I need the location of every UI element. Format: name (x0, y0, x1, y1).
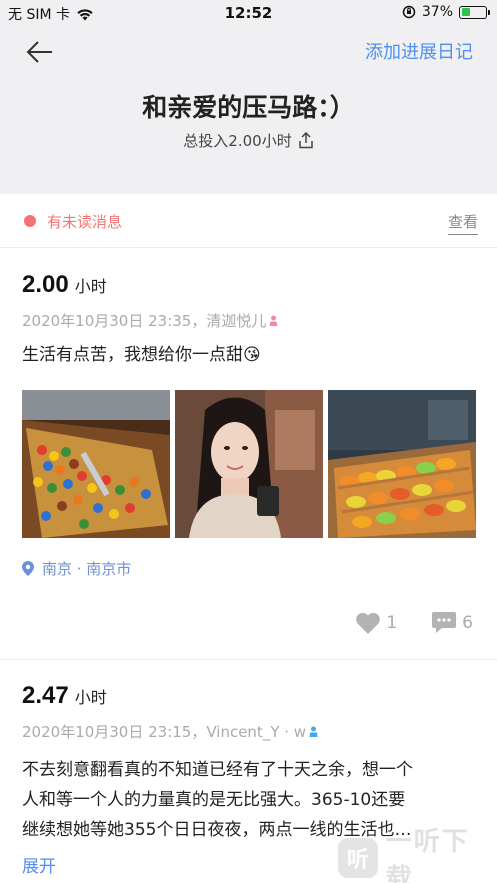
post-meta: 2020年10月30日 23:35，清迦悦儿 (22, 310, 278, 331)
battery-icon (459, 5, 490, 19)
post-hours-unit: 小时 (74, 279, 107, 296)
male-user-icon (309, 726, 318, 737)
orientation-lock-icon (402, 5, 416, 19)
post-hours-value: 2.00 (22, 271, 69, 298)
share-icon[interactable] (298, 132, 314, 149)
battery-level (461, 8, 470, 16)
back-arrow-icon[interactable] (24, 38, 56, 66)
post-meta: 2020年10月30日 23:15，Vincent_Y · w (22, 721, 318, 742)
unread-messages-bar[interactable]: 有未读消息 查看 (0, 194, 497, 248)
post-text-line: 人和等一个人的力量真的是无比强大。365-10还要 (22, 790, 406, 810)
like-count: 1 (386, 613, 398, 633)
add-progress-diary-button[interactable]: 添加进展日记 (365, 38, 473, 64)
like-button[interactable]: 1 (355, 612, 397, 635)
comment-count: 6 (462, 613, 473, 633)
post-meta-text: 2020年10月30日 23:15，Vincent_Y · w (22, 723, 307, 741)
comment-icon (432, 612, 457, 633)
watermark-badge: 听 (338, 838, 378, 878)
expand-button[interactable]: 展开 (22, 852, 56, 877)
female-user-icon (269, 315, 278, 326)
battery-percent: 37% (421, 4, 453, 20)
post-actions: 1 6 (355, 611, 473, 635)
post-hours: 2.47 小时 (22, 682, 107, 710)
post-hours-value: 2.47 (22, 682, 69, 709)
view-button[interactable]: 查看 (447, 211, 478, 235)
watermark-logo: 听 一听下载 (332, 827, 497, 883)
post-text-line: 不去刻意翻看真的不知道已经有了十天之余，想一个 (22, 760, 413, 780)
post-text: 生活有点苦，我想给你一点甜😘 (22, 345, 261, 365)
comment-button[interactable]: 6 (431, 611, 473, 635)
status-right: 37% (402, 4, 490, 20)
photo-portrait[interactable] (175, 390, 323, 538)
status-bar: 无 SIM 卡 12:52 37% (0, 0, 497, 26)
post-meta-text: 2020年10月30日 23:35，清迦悦儿 (22, 312, 267, 330)
total-time: 总投入2.00小时 (0, 130, 497, 151)
heart-icon (356, 612, 381, 634)
header: 添加进展日记 和亲爱的压马路：） 总投入2.00小时 (0, 26, 497, 194)
total-time-label: 总投入2.00小时 (183, 132, 292, 150)
unread-label: 有未读消息 (47, 213, 123, 231)
photo-candy-box[interactable] (22, 390, 170, 538)
location-pin-icon (22, 561, 34, 576)
photo-jelly-box[interactable] (328, 390, 476, 538)
unread-dot (24, 215, 36, 227)
page-title: 和亲爱的压马路：） (142, 93, 355, 122)
location-tag[interactable]: 南京 · 南京市 (22, 558, 131, 579)
post-hours: 2.00 小时 (22, 271, 107, 299)
post-hours-unit: 小时 (74, 690, 107, 707)
location-label: 南京 · 南京市 (42, 560, 132, 578)
watermark-text: 一听下载 (385, 827, 470, 883)
photo-grid (22, 390, 476, 538)
